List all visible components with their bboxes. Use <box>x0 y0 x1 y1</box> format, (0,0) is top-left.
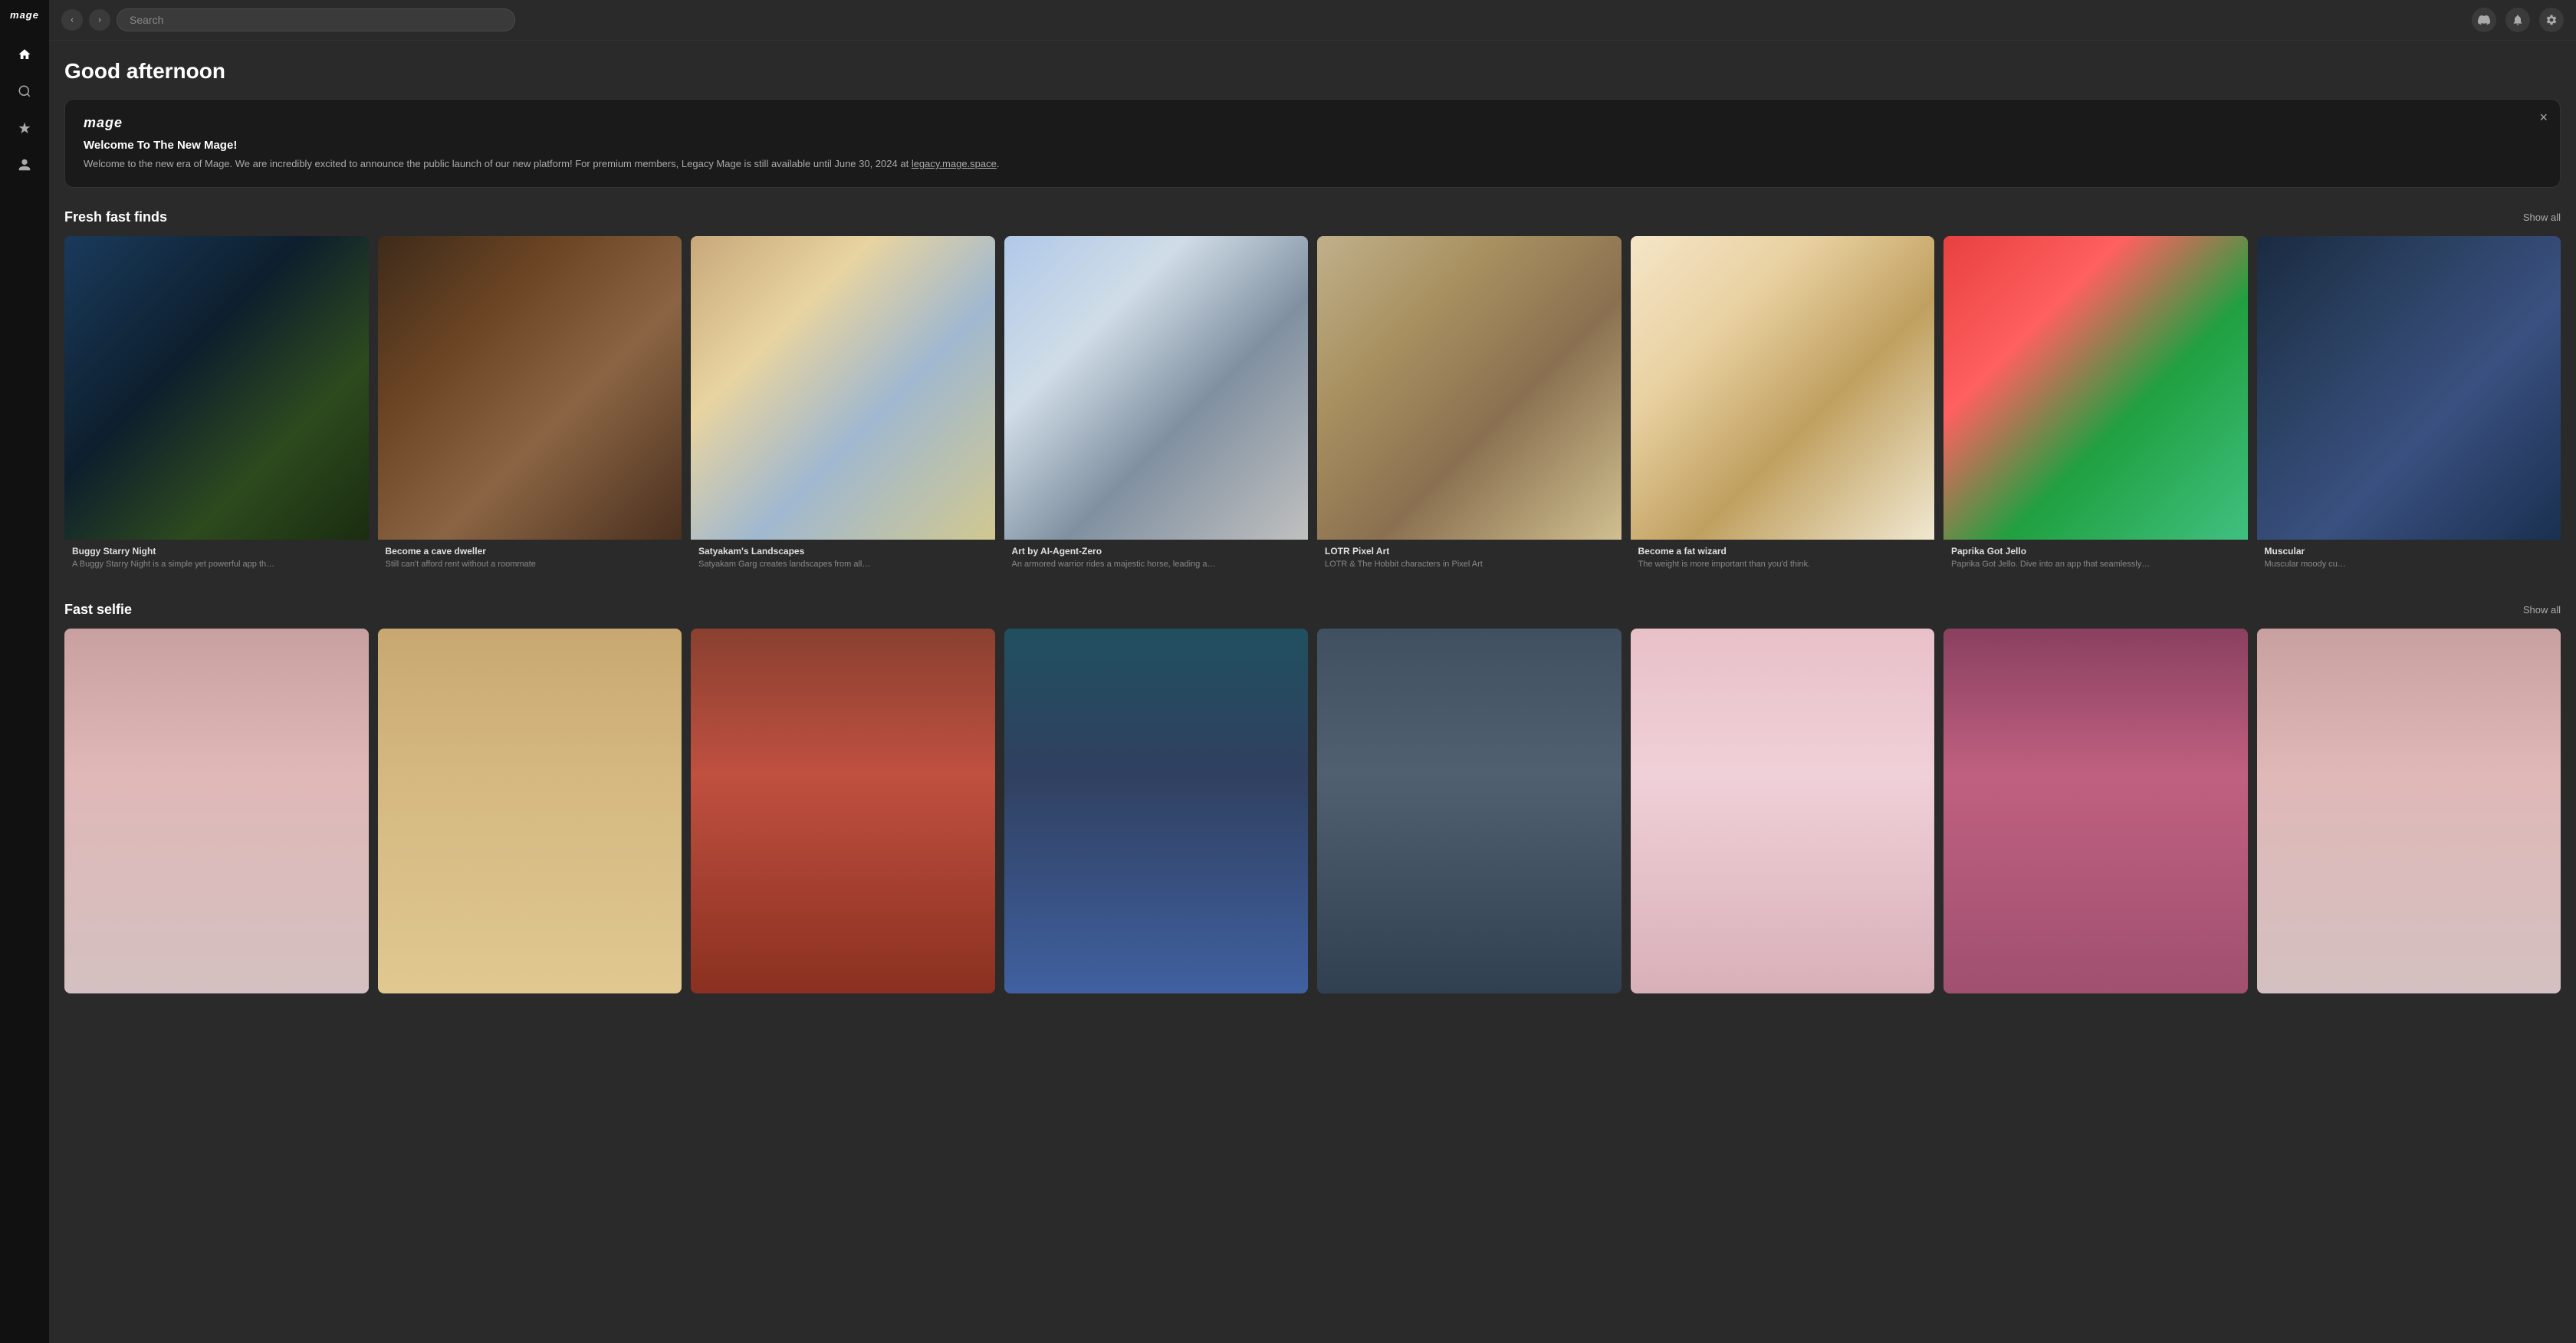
card-image <box>64 236 369 540</box>
card-title: Become a fat wizard <box>1638 546 1927 557</box>
card-title: Muscular <box>2265 546 2554 557</box>
banner-link[interactable]: legacy.mage.space <box>912 158 997 169</box>
card-image <box>378 236 682 540</box>
forward-button[interactable] <box>89 9 110 31</box>
selfie-card[interactable] <box>1944 629 2248 993</box>
fresh-finds-show-all-button[interactable]: Show all <box>2523 212 2561 223</box>
card-info: Buggy Starry Night A Buggy Starry Night … <box>64 540 369 577</box>
sidebar-item-profile[interactable] <box>9 149 40 180</box>
card-desc: Still can't afford rent without a roomma… <box>386 559 675 570</box>
selfie-card[interactable] <box>691 629 995 993</box>
welcome-banner: mage × Welcome To The New Mage! Welcome … <box>64 99 2561 188</box>
fresh-find-card[interactable]: Muscular Muscular moody cu… <box>2257 236 2561 578</box>
sidebar-item-search[interactable] <box>9 76 40 107</box>
card-desc: Paprika Got Jello. Dive into an app that… <box>1951 559 2240 570</box>
card-title: Buggy Starry Night <box>72 546 361 557</box>
card-desc: A Buggy Starry Night is a simple yet pow… <box>72 559 361 570</box>
banner-logo: mage <box>84 115 123 131</box>
card-title: Become a cave dweller <box>386 546 675 557</box>
topbar-right-icons <box>2472 8 2564 32</box>
selfie-card[interactable] <box>1631 629 1935 993</box>
selfie-show-all-button[interactable]: Show all <box>2523 604 2561 616</box>
card-desc: An armored warrior rides a majestic hors… <box>1012 559 1301 570</box>
card-desc: Muscular moody cu… <box>2265 559 2554 570</box>
selfie-image <box>64 629 369 993</box>
card-info: Become a fat wizard The weight is more i… <box>1631 540 1935 577</box>
selfie-image <box>2257 629 2561 993</box>
selfie-card[interactable] <box>1317 629 1622 993</box>
main-content: Good afternoon mage × Welcome To The New… <box>49 0 2576 1343</box>
fresh-find-card[interactable]: Become a cave dweller Still can't afford… <box>378 236 682 578</box>
card-title: Satyakam's Landscapes <box>698 546 987 557</box>
banner-body: Welcome to the new era of Mage. We are i… <box>84 156 2542 172</box>
selfie-image <box>1004 629 1309 993</box>
card-info: LOTR Pixel Art LOTR & The Hobbit charact… <box>1317 540 1622 577</box>
selfie-card[interactable] <box>2257 629 2561 993</box>
card-image <box>691 236 995 540</box>
card-image <box>1004 236 1309 540</box>
fresh-finds-title: Fresh fast finds <box>64 209 167 225</box>
card-info: Art by AI-Agent-Zero An armored warrior … <box>1004 540 1309 577</box>
sidebar-item-home[interactable] <box>9 39 40 70</box>
fresh-find-card[interactable]: Paprika Got Jello Paprika Got Jello. Div… <box>1944 236 2248 578</box>
card-info: Muscular Muscular moody cu… <box>2257 540 2561 577</box>
selfie-section-header: Fast selfie Show all <box>64 602 2561 618</box>
card-desc: Satyakam Garg creates landscapes from al… <box>698 559 987 570</box>
selfie-card[interactable] <box>378 629 682 993</box>
card-title: Art by AI-Agent-Zero <box>1012 546 1301 557</box>
greeting-text: Good afternoon <box>64 59 2561 84</box>
selfie-image <box>691 629 995 993</box>
card-image <box>1317 236 1622 540</box>
fresh-finds-grid: Buggy Starry Night A Buggy Starry Night … <box>64 236 2561 578</box>
discord-icon[interactable] <box>2472 8 2496 32</box>
card-image <box>1944 236 2248 540</box>
selfie-image <box>378 629 682 993</box>
card-image <box>1631 236 1935 540</box>
back-button[interactable] <box>61 9 83 31</box>
fresh-find-card[interactable]: Buggy Starry Night A Buggy Starry Night … <box>64 236 369 578</box>
card-title: Paprika Got Jello <box>1951 546 2240 557</box>
fresh-find-card[interactable]: Satyakam's Landscapes Satyakam Garg crea… <box>691 236 995 578</box>
selfie-title: Fast selfie <box>64 602 132 618</box>
selfie-card[interactable] <box>64 629 369 993</box>
fresh-find-card[interactable]: LOTR Pixel Art LOTR & The Hobbit charact… <box>1317 236 1622 578</box>
card-desc: The weight is more important than you'd … <box>1638 559 1927 570</box>
bell-icon[interactable] <box>2505 8 2530 32</box>
selfie-image <box>1317 629 1622 993</box>
fresh-finds-section-header: Fresh fast finds Show all <box>64 209 2561 225</box>
banner-close-button[interactable]: × <box>2539 110 2548 124</box>
sidebar-item-generate[interactable] <box>9 113 40 143</box>
content-area: Good afternoon mage × Welcome To The New… <box>49 41 2576 1343</box>
settings-icon[interactable] <box>2539 8 2564 32</box>
selfie-grid <box>64 629 2561 993</box>
fresh-find-card[interactable]: Become a fat wizard The weight is more i… <box>1631 236 1935 578</box>
card-info: Become a cave dweller Still can't afford… <box>378 540 682 577</box>
card-image <box>2257 236 2561 540</box>
card-title: LOTR Pixel Art <box>1325 546 1614 557</box>
card-desc: LOTR & The Hobbit characters in Pixel Ar… <box>1325 559 1614 570</box>
fresh-find-card[interactable]: Art by AI-Agent-Zero An armored warrior … <box>1004 236 1309 578</box>
selfie-image <box>1631 629 1935 993</box>
selfie-card[interactable] <box>1004 629 1309 993</box>
banner-title: Welcome To The New Mage! <box>84 139 2542 152</box>
card-info: Satyakam's Landscapes Satyakam Garg crea… <box>691 540 995 577</box>
sidebar: mage <box>0 0 49 1343</box>
card-info: Paprika Got Jello Paprika Got Jello. Div… <box>1944 540 2248 577</box>
topbar <box>49 0 2576 41</box>
search-input[interactable] <box>117 8 515 31</box>
sidebar-logo: mage <box>10 9 39 21</box>
selfie-image <box>1944 629 2248 993</box>
